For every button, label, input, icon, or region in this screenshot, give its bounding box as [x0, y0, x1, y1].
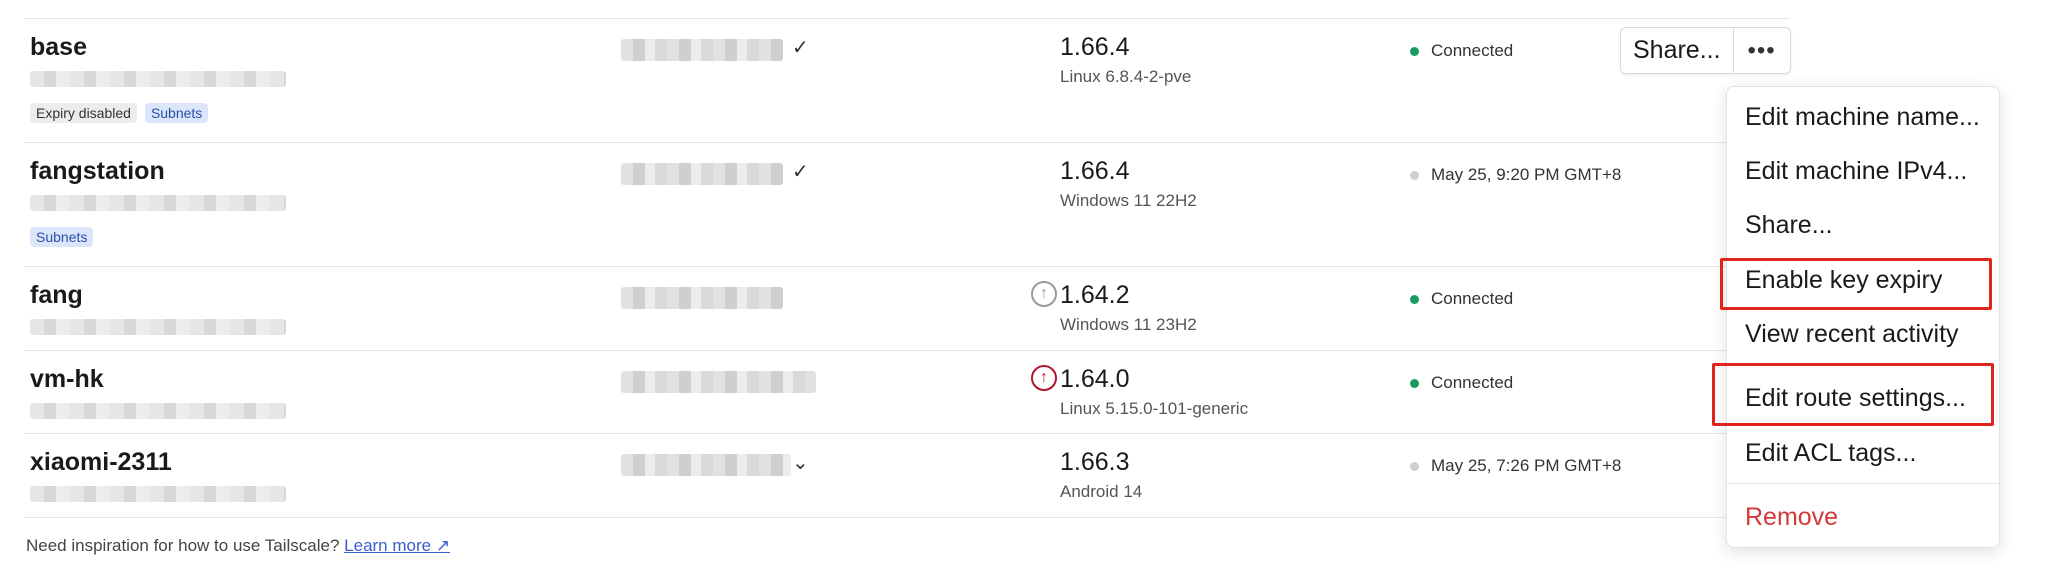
- status: Connected: [1410, 373, 1513, 393]
- menu-item-edit-machine-ipv4[interactable]: Edit machine IPv4...: [1745, 157, 1967, 186]
- tag-list: Subnets: [30, 227, 94, 247]
- os-label: Windows 11 23H2: [1060, 315, 1197, 334]
- menu-item-edit-acl-tags[interactable]: Edit ACL tags...: [1745, 439, 1916, 468]
- highlight-box: [1712, 363, 1994, 426]
- tag-badge: Expiry disabled: [30, 103, 137, 123]
- version: 1.64.0: [1060, 365, 1130, 393]
- learn-more-link[interactable]: Learn more ↗: [344, 536, 450, 555]
- footer-text: Need inspiration for how to use Tailscal…: [26, 536, 340, 555]
- status-dot-icon: [1410, 46, 1419, 56]
- redacted-address: [30, 71, 286, 87]
- machine-context-menu: Edit machine name... Edit machine IPv4..…: [1726, 86, 2000, 548]
- redacted-ip[interactable]: [621, 287, 783, 309]
- tag-badge: Subnets: [30, 227, 94, 247]
- machines-table: base Expiry disabled Subnets ✓ 1.66.4 Li…: [24, 18, 1791, 518]
- version: 1.64.2: [1060, 281, 1130, 309]
- status: May 25, 7:26 PM GMT+8: [1410, 456, 1621, 476]
- redacted-ip[interactable]: [621, 371, 816, 393]
- chevron-down-icon[interactable]: ✓: [792, 35, 809, 60]
- redacted-ip[interactable]: [621, 454, 791, 476]
- table-row[interactable]: fangstation Subnets ✓ 1.66.4 Windows 11 …: [24, 142, 1790, 266]
- menu-item-remove[interactable]: Remove: [1745, 503, 1838, 532]
- machine-name[interactable]: xiaomi-2311: [30, 448, 172, 477]
- highlight-box: [1720, 258, 1992, 310]
- machine-name[interactable]: vm-hk: [30, 365, 104, 394]
- row-actions: Share... •••: [1620, 27, 1791, 74]
- version: 1.66.4: [1060, 157, 1130, 185]
- status: May 25, 9:20 PM GMT+8: [1410, 165, 1621, 185]
- os-label: Linux 5.15.0-101-generic: [1060, 399, 1249, 418]
- machine-name[interactable]: fangstation: [30, 157, 165, 186]
- machines-page: base Expiry disabled Subnets ✓ 1.66.4 Li…: [0, 0, 2059, 568]
- status-text: Connected: [1431, 289, 1514, 308]
- tag-badge: Subnets: [144, 103, 209, 123]
- machine-name[interactable]: fang: [30, 281, 83, 310]
- redacted-address: [30, 403, 286, 419]
- table-row[interactable]: base Expiry disabled Subnets ✓ 1.66.4 Li…: [24, 18, 1791, 142]
- ellipsis-icon[interactable]: •••: [1733, 28, 1790, 73]
- redacted-ip[interactable]: [621, 163, 783, 185]
- redacted-address: [30, 319, 286, 335]
- redacted-address: [30, 486, 286, 502]
- arrow-up-circle-icon[interactable]: ↑: [1031, 281, 1057, 307]
- chevron-down-icon[interactable]: ✓: [792, 159, 809, 184]
- menu-item-edit-machine-name[interactable]: Edit machine name...: [1745, 103, 1980, 132]
- status-dot-icon: [1410, 294, 1419, 304]
- share-button[interactable]: Share...: [1621, 28, 1734, 73]
- menu-divider: [1727, 483, 1999, 484]
- os-label: Android 14: [1060, 482, 1143, 501]
- status: Connected: [1410, 289, 1513, 309]
- os-label: Windows 11 22H2: [1060, 191, 1197, 210]
- table-row[interactable]: fang ↑ 1.64.2 Windows 11 23H2 Connected: [24, 266, 1790, 350]
- status-text: May 25, 7:26 PM GMT+8: [1431, 456, 1622, 475]
- menu-item-view-recent-activity[interactable]: View recent activity: [1745, 320, 1959, 349]
- os-label: Linux 6.8.4-2-pve: [1060, 67, 1192, 86]
- version: 1.66.3: [1060, 448, 1130, 476]
- version: 1.66.4: [1060, 33, 1130, 61]
- menu-item-share[interactable]: Share...: [1745, 211, 1833, 240]
- table-row[interactable]: vm-hk ↑ 1.64.0 Linux 5.15.0-101-generic …: [24, 350, 1790, 433]
- status-dot-icon: [1410, 170, 1419, 180]
- status-dot-icon: [1410, 378, 1419, 388]
- status: Connected: [1410, 41, 1513, 61]
- status-text: May 25, 9:20 PM GMT+8: [1431, 165, 1622, 184]
- status-text: Connected: [1431, 41, 1514, 60]
- redacted-ip[interactable]: [621, 39, 783, 61]
- machine-name[interactable]: base: [30, 33, 87, 62]
- redacted-address: [30, 195, 286, 211]
- footer-hint: Need inspiration for how to use Tailscal…: [26, 536, 450, 556]
- status-text: Connected: [1431, 373, 1514, 392]
- tag-list: Expiry disabled Subnets: [30, 103, 209, 123]
- status-dot-icon: [1410, 461, 1419, 471]
- chevron-down-icon[interactable]: ⌄: [792, 450, 809, 475]
- arrow-up-circle-red-icon[interactable]: ↑: [1031, 365, 1057, 391]
- table-row[interactable]: xiaomi-2311 ⌄ 1.66.3 Android 14 May 25, …: [24, 433, 1790, 518]
